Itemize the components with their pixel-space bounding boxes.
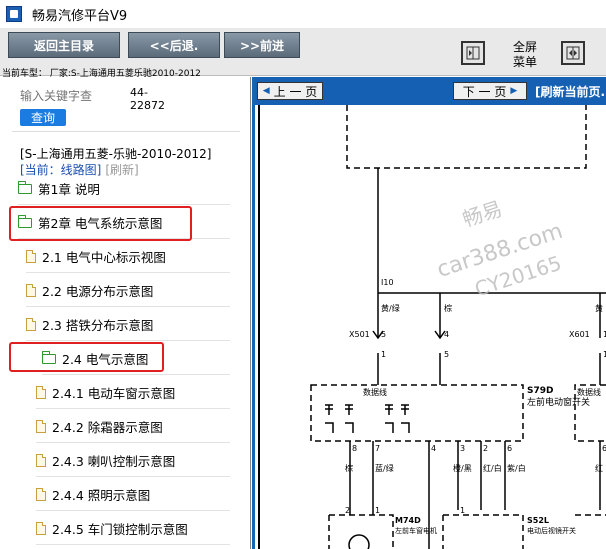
- query-button[interactable]: 查询: [20, 109, 66, 126]
- back-button[interactable]: <<后退.: [128, 32, 220, 58]
- tree-item-2-4-1[interactable]: 2.4.1 电动车窗示意图: [36, 377, 230, 409]
- wire-label: 棕: [444, 303, 452, 313]
- arrow-left-icon: ◀: [262, 86, 270, 96]
- navigation-panel: 44- 22872 查询 [S-上海通用五菱-乐驰-2010-2012] [当前…: [0, 77, 251, 549]
- tree-item-chapter-1[interactable]: 第1章 说明: [17, 173, 230, 205]
- node-label: I10: [381, 278, 394, 287]
- component-desc: 左前电动窗开关: [527, 396, 590, 408]
- expand-icon: [566, 46, 580, 60]
- wire-label: 紫/白: [507, 463, 526, 473]
- component-label: S52L: [527, 516, 549, 525]
- tree-item-2-3[interactable]: 2.3 搭铁分布示意图: [26, 309, 230, 341]
- arrow-right-icon: ▶: [510, 86, 518, 96]
- window-title: 畅易汽修平台V9: [32, 8, 128, 24]
- pin-label: 4: [444, 330, 449, 339]
- document-icon: [36, 522, 46, 535]
- document-icon: [36, 420, 46, 433]
- toolbar: 返回主目录 <<后退. >>前进 全屏 菜单 当前车型： 厂家:S-上海通用五菱…: [0, 28, 606, 79]
- pin-label: 8: [352, 444, 357, 453]
- fullscreen-button[interactable]: [561, 41, 585, 65]
- pin-label: 2: [345, 506, 350, 515]
- watermark: 畅易: [460, 196, 505, 231]
- wire-label: 蓝/绿: [375, 463, 394, 473]
- panel-toggle-icon: [466, 46, 480, 60]
- tree-item-2-1[interactable]: 2.1 电气中心标示视图: [26, 241, 230, 273]
- wire-label: 红: [595, 463, 603, 473]
- search-input[interactable]: [20, 85, 100, 107]
- tree-item-2-2[interactable]: 2.2 电源分布示意图: [26, 275, 230, 307]
- highlight-box: [9, 342, 164, 372]
- forward-button[interactable]: >>前进: [224, 32, 300, 58]
- document-icon: [36, 488, 46, 501]
- refresh-page-link[interactable]: [刷新当前页.: [535, 83, 605, 100]
- pin-label: 6: [507, 444, 512, 453]
- document-icon: [26, 318, 36, 331]
- pin-label: 1: [460, 506, 465, 515]
- wire-label: 数据线: [363, 387, 387, 397]
- title-bar: 畅易汽修平台V9: [0, 0, 606, 28]
- tree-item-2-4-2[interactable]: 2.4.2 除霜器示意图: [36, 411, 230, 443]
- pin-label: 1: [375, 506, 380, 515]
- pin-label: 7: [375, 444, 380, 453]
- document-icon: [36, 386, 46, 399]
- document-icon: [36, 454, 46, 467]
- wiring-diagram: I10 黄/绿 棕 黄 X501 X601 5 4 5 1 1 1 数据线 数据…: [258, 105, 606, 549]
- component-label: S79D: [527, 386, 553, 396]
- connector-label: X601: [569, 330, 590, 339]
- next-page-button[interactable]: 下 一 页 ▶: [453, 82, 527, 100]
- highlight-box: [9, 206, 192, 241]
- pin-label: 5: [444, 350, 449, 359]
- pin-label: 2: [483, 444, 488, 453]
- search-area: 44- 22872 查询: [20, 85, 240, 135]
- pin-label: 6: [602, 444, 606, 453]
- component-label: M74D: [395, 516, 421, 525]
- tree-item-2-4-3[interactable]: 2.4.3 喇叭控制示意图: [36, 445, 230, 477]
- connector-label: X501: [349, 330, 370, 339]
- document-icon: [26, 250, 36, 263]
- component-desc: 电动后视镜开关: [527, 526, 576, 535]
- wire-label: 黄/绿: [381, 303, 400, 313]
- pin-label: 1: [381, 350, 386, 359]
- pin-label: 5: [381, 330, 386, 339]
- wire-label: 棕: [345, 463, 353, 473]
- diagram-viewer: ◀ 上 一 页 下 一 页 ▶ [刷新当前页. I10 黄/绿 棕 黄 X501…: [252, 77, 606, 549]
- tree-item-2-4-5[interactable]: 2.4.5 车门锁控制示意图: [36, 513, 230, 545]
- wire-label: 红/白: [483, 463, 502, 473]
- document-icon: [26, 284, 36, 297]
- home-button[interactable]: 返回主目录: [8, 32, 120, 58]
- tree-item-2-4-4[interactable]: 2.4.4 照明示意图: [36, 479, 230, 511]
- viewer-nav-bar: ◀ 上 一 页 下 一 页 ▶ [刷新当前页.: [255, 77, 606, 105]
- fullscreen-menu-label: 全屏 菜单: [512, 40, 537, 69]
- pin-label: 3: [460, 444, 465, 453]
- component-desc: 左前车窗电机: [395, 526, 437, 535]
- breadcrumb: [S-上海通用五菱-乐驰-2010-2012]: [20, 147, 212, 161]
- search-code: 44- 22872: [130, 86, 165, 112]
- divider: [12, 131, 240, 132]
- collapse-panel-button[interactable]: [461, 41, 485, 65]
- wire-label: 数据线: [577, 387, 601, 397]
- wire-label: 橙/黑: [453, 463, 472, 473]
- wire-label: 黄: [595, 303, 603, 313]
- prev-page-button[interactable]: ◀ 上 一 页: [257, 82, 323, 100]
- pin-label: 4: [431, 444, 436, 453]
- app-icon: [6, 6, 22, 22]
- folder-icon: [17, 180, 32, 194]
